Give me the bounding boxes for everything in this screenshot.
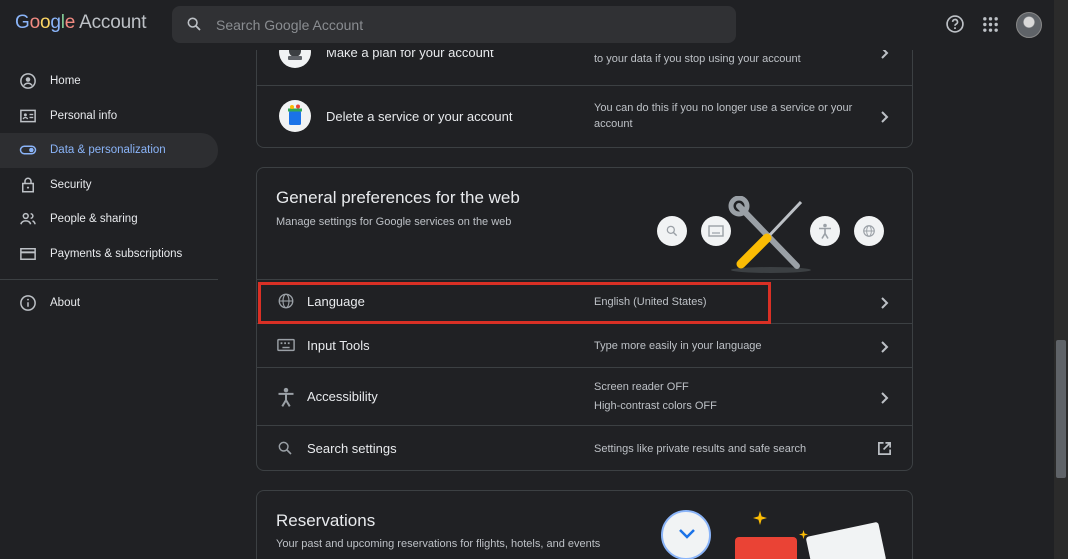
- top-app-bar: Google Account: [0, 0, 1054, 50]
- chevron-right-icon: [880, 110, 890, 128]
- chevron-right-icon: [880, 296, 890, 314]
- delete-service-row[interactable]: Delete a service or your account You can…: [257, 85, 912, 147]
- accessibility-row[interactable]: Accessibility Screen reader OFF High-con…: [257, 367, 912, 425]
- input-tools-row[interactable]: Input Tools Type more easily in your lan…: [257, 323, 912, 367]
- search-icon: [187, 17, 201, 31]
- globe-icon: [277, 292, 295, 315]
- search-icon: [277, 440, 293, 461]
- help-icon[interactable]: [945, 14, 965, 34]
- credit-card-icon: [18, 244, 38, 264]
- tools-illustration-icon: [728, 196, 811, 273]
- reservations-title: Reservations: [276, 511, 376, 530]
- lock-icon: [18, 175, 38, 195]
- accessibility-icon: [277, 387, 295, 412]
- general-preferences-title: General preferences for the web: [276, 188, 520, 207]
- logo-account-text: Account: [79, 12, 147, 33]
- chevron-right-icon: [880, 391, 890, 409]
- home-icon: [18, 71, 38, 91]
- general-preferences-subtitle: Manage settings for Google services on t…: [276, 216, 512, 228]
- sidebar-item-personal-info[interactable]: Personal info: [0, 99, 218, 134]
- reservations-card: Reservations Your past and upcoming rese…: [256, 490, 913, 559]
- sidebar-divider: [0, 279, 218, 280]
- chevron-right-icon: [880, 340, 890, 358]
- id-card-icon: [18, 106, 38, 126]
- keyboard-icon: [277, 337, 295, 358]
- globe-circle-icon: [854, 216, 884, 246]
- open-external-icon[interactable]: [877, 441, 892, 461]
- info-icon: [18, 293, 38, 313]
- sidebar-item-payments-subscriptions[interactable]: Payments & subscriptions: [0, 237, 218, 272]
- trash-illustration-icon: [278, 99, 312, 138]
- sidebar-item-people-sharing[interactable]: People & sharing: [0, 202, 218, 237]
- general-preferences-card: General preferences for the web Manage s…: [256, 167, 913, 471]
- language-row[interactable]: Language English (United States): [257, 279, 912, 323]
- sidebar-item-data-personalization[interactable]: Data & personalization: [0, 133, 218, 168]
- search-circle-icon: [657, 216, 687, 246]
- clock-illustration-icon: [661, 510, 711, 559]
- search-box[interactable]: [172, 6, 736, 43]
- search-input[interactable]: [216, 6, 716, 43]
- toggle-icon: [18, 140, 38, 160]
- people-icon: [18, 209, 38, 229]
- sparkle-icon: [753, 511, 767, 525]
- scrollbar-thumb[interactable]: [1056, 340, 1066, 478]
- ticket-illustration-icon: [805, 521, 887, 559]
- sidebar-item-about[interactable]: About: [0, 286, 218, 321]
- sidebar-item-home[interactable]: Home: [0, 64, 218, 99]
- calendar-illustration-icon: [735, 537, 797, 559]
- account-avatar[interactable]: [1016, 12, 1042, 38]
- sidebar-item-security[interactable]: Security: [0, 168, 218, 203]
- accessibility-circle-icon: [810, 216, 840, 246]
- page-scrollbar[interactable]: [1054, 0, 1068, 559]
- apps-grid-icon[interactable]: [982, 16, 999, 33]
- google-account-logo[interactable]: Google Account: [15, 12, 147, 34]
- sidebar-nav: Home Personal info Data & personalizatio…: [0, 64, 230, 321]
- reservations-subtitle: Your past and upcoming reservations for …: [276, 538, 601, 550]
- search-settings-row[interactable]: Search settings Settings like private re…: [257, 425, 912, 471]
